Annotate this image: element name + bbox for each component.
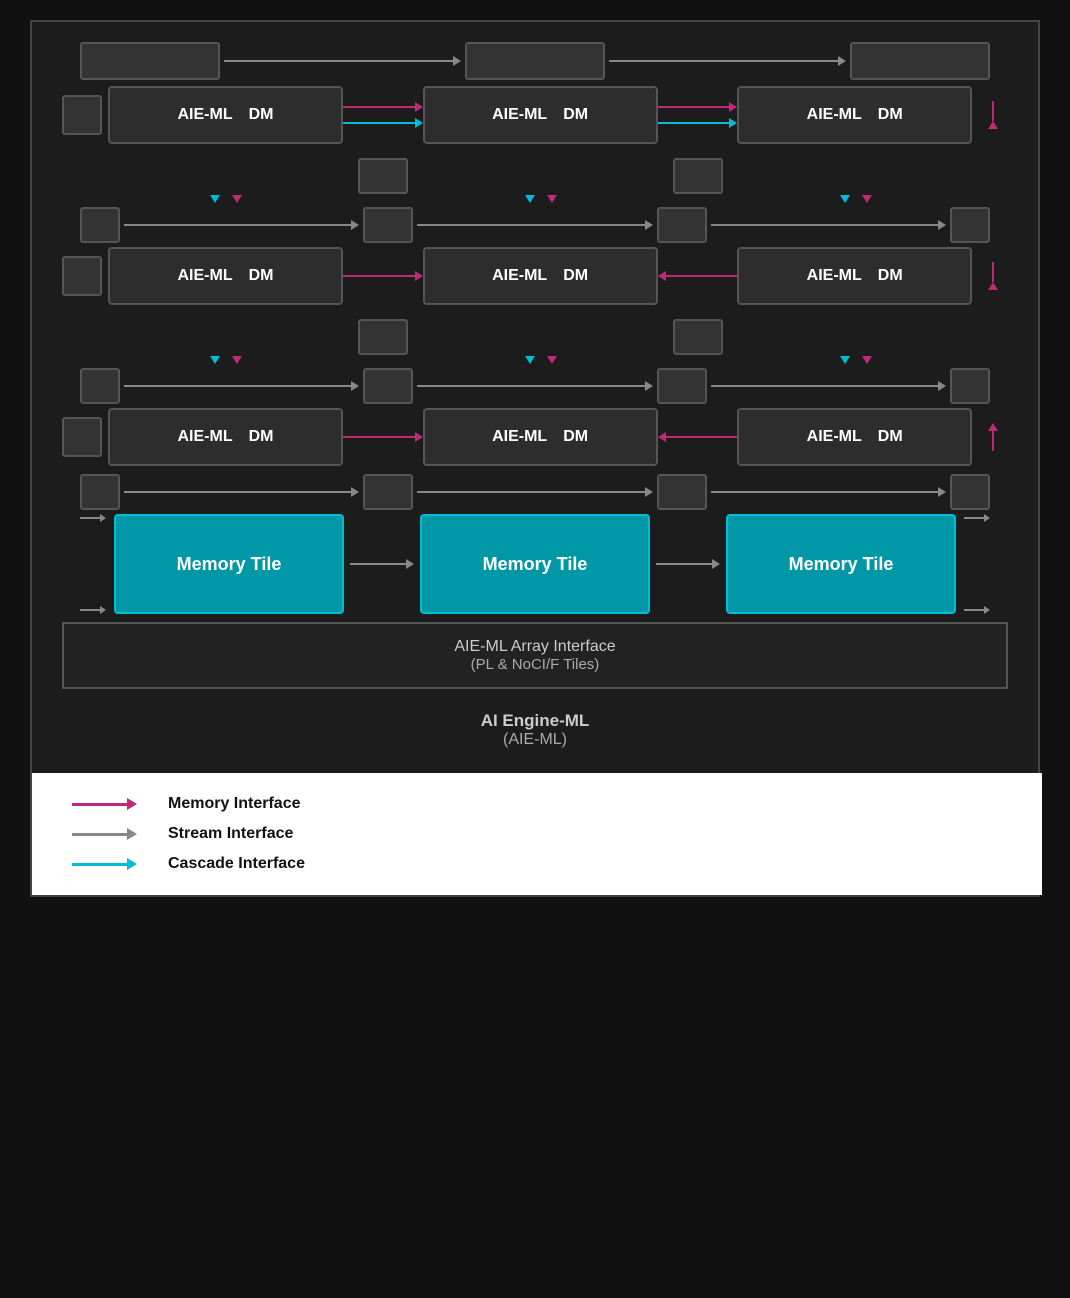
v-pink-1-2 <box>232 356 242 364</box>
aie-pair-3-2: AIE-ML DM <box>737 247 972 305</box>
memory-tile-2: Memory Tile <box>420 514 650 614</box>
pink-arrow-r3-1 <box>343 432 423 442</box>
legend-memory: Memory Interface <box>72 795 1002 813</box>
h-arrows-row2-2 <box>658 247 738 305</box>
aie-col-3-row-3: AIE-ML DM <box>737 408 972 466</box>
v-pink-3-2 <box>862 356 872 364</box>
aie-col-1-row-1: AIE-ML DM <box>108 86 343 144</box>
v-cyan-1-2 <box>210 356 220 364</box>
legend-stream-arrow <box>72 828 152 840</box>
v-cyan-2-2 <box>525 356 535 364</box>
diagram-area: AIE-ML DM AIE-ML <box>32 22 1038 773</box>
aie-pair-2-3: AIE-ML DM <box>423 408 658 466</box>
cyan-arrow-h-1 <box>343 118 423 128</box>
aie-ml-label-2-3: AIE-ML <box>492 428 547 446</box>
legend: Memory Interface Stream Interface Cascad… <box>32 773 1042 895</box>
aie-ml-title-area: AI Engine-ML (AIE-ML) <box>62 693 1008 763</box>
dm-label-1-2: DM <box>249 267 274 285</box>
aie-pair-2-1: AIE-ML DM <box>423 86 658 144</box>
pink-arrow-h-2 <box>658 102 738 112</box>
v-pink-2-2 <box>547 356 557 364</box>
dm-label-3-1: DM <box>878 106 903 124</box>
interface-line1: AIE-ML Array Interface <box>78 638 992 656</box>
dm-label-1-3: DM <box>249 428 274 446</box>
v-cyan-3-2 <box>840 356 850 364</box>
dm-label-3-2: DM <box>878 267 903 285</box>
v-cyan-3-1 <box>840 195 850 203</box>
aie-pair-1-3: AIE-ML DM <box>108 408 343 466</box>
h-arrows-row3-1 <box>343 408 423 466</box>
aie-ml-label-3-3: AIE-ML <box>807 428 862 446</box>
aie-pair-1-2: AIE-ML DM <box>108 247 343 305</box>
interface-line2: (PL & NoCI/F Tiles) <box>78 656 992 673</box>
legend-memory-arrow <box>72 798 152 810</box>
aie-ml-title-line1: AI Engine-ML <box>62 711 1008 731</box>
v-cyan-2-1 <box>525 195 535 203</box>
array-interface-box: AIE-ML Array Interface (PL & NoCI/F Tile… <box>62 622 1008 689</box>
dm-label-2-2: DM <box>563 267 588 285</box>
aie-pair-3-1: AIE-ML DM <box>737 86 972 144</box>
v-pink-3-1 <box>862 195 872 203</box>
pink-arrow-r2-1 <box>343 271 423 281</box>
aie-ml-label-3-1: AIE-ML <box>807 106 862 124</box>
h-arrows-1 <box>343 86 423 144</box>
aie-col-3-row-2: AIE-ML DM <box>737 247 972 305</box>
v-pink-1-1 <box>232 195 242 203</box>
memory-tile-3: Memory Tile <box>726 514 956 614</box>
legend-cascade-arrow <box>72 858 152 870</box>
pink-arrow-left-r3-2 <box>658 432 738 442</box>
h-arrows-row2-1 <box>343 247 423 305</box>
legend-cascade-label: Cascade Interface <box>168 855 305 873</box>
legend-cascade: Cascade Interface <box>72 855 1002 873</box>
v-cyan-1-1 <box>210 195 220 203</box>
aie-ml-title-line2: (AIE-ML) <box>62 731 1008 749</box>
aie-ml-label-3-2: AIE-ML <box>807 267 862 285</box>
aie-ml-label-1-2: AIE-ML <box>178 267 233 285</box>
aie-col-2-row-2: AIE-ML DM <box>423 247 658 305</box>
h-arrows-2 <box>658 86 738 144</box>
cyan-arrow-h-2 <box>658 118 738 128</box>
top-connector-mid <box>465 42 605 80</box>
aie-ml-label-2-2: AIE-ML <box>492 267 547 285</box>
legend-memory-label: Memory Interface <box>168 795 301 813</box>
aie-ml-label-1-1: AIE-ML <box>178 106 233 124</box>
dm-label-1-1: DM <box>249 106 274 124</box>
pink-arrow-left-r2-2 <box>658 271 738 281</box>
h-arrows-row3-2 <box>658 408 738 466</box>
legend-stream-label: Stream Interface <box>168 825 293 843</box>
aie-pair-2-2: AIE-ML DM <box>423 247 658 305</box>
memory-tile-1: Memory Tile <box>114 514 344 614</box>
aie-ml-label-2-1: AIE-ML <box>492 106 547 124</box>
dm-label-2-3: DM <box>563 428 588 446</box>
aie-col-2-row-1: AIE-ML DM <box>423 86 658 144</box>
aie-ml-label-1-3: AIE-ML <box>178 428 233 446</box>
dm-label-2-1: DM <box>563 106 588 124</box>
aie-col-1-row-3: AIE-ML DM <box>108 408 343 466</box>
aie-pair-3-3: AIE-ML DM <box>737 408 972 466</box>
aie-col-1-row-2: AIE-ML DM <box>108 247 343 305</box>
aie-col-2-row-3: AIE-ML DM <box>423 408 658 466</box>
aie-pair-1-1: AIE-ML DM <box>108 86 343 144</box>
dm-label-3-3: DM <box>878 428 903 446</box>
legend-stream: Stream Interface <box>72 825 1002 843</box>
top-connector-left <box>80 42 220 80</box>
v-pink-2-1 <box>547 195 557 203</box>
aie-col-3-row-1: AIE-ML DM <box>737 86 972 144</box>
pink-arrow-h-1 <box>343 102 423 112</box>
top-connector-right <box>850 42 990 80</box>
main-container: AIE-ML DM AIE-ML <box>30 20 1040 897</box>
